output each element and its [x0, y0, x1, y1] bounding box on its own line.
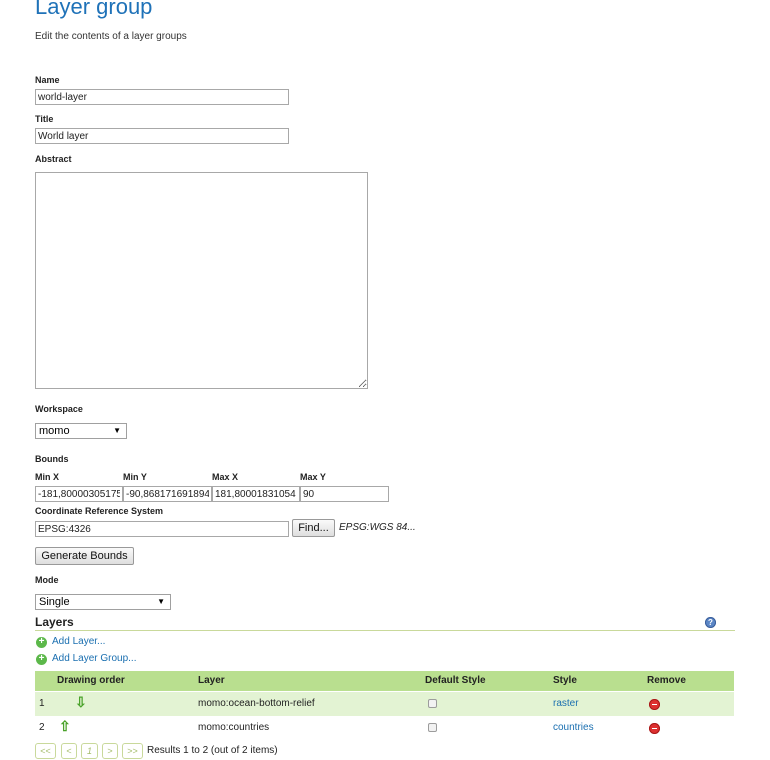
mode-selected-value: Single — [39, 596, 70, 608]
workspace-label: Workspace — [35, 404, 83, 414]
bounds-label: Bounds — [35, 454, 69, 464]
crs-input[interactable] — [35, 521, 289, 537]
table-row: 1 ⇩ momo:ocean-bottom-relief raster — [35, 692, 734, 716]
pager-prev-button[interactable]: < — [61, 743, 77, 759]
column-header-style[interactable]: Style — [553, 675, 577, 686]
title-label: Title — [35, 114, 54, 124]
layer-name-cell: momo:ocean-bottom-relief — [198, 698, 315, 709]
mode-select[interactable]: Single ▼ — [35, 594, 171, 610]
name-label: Name — [35, 75, 60, 85]
default-style-checkbox[interactable] — [428, 723, 437, 732]
workspace-selected-value: momo — [39, 425, 70, 437]
page-subtitle: Edit the contents of a layer groups — [35, 31, 187, 42]
name-input[interactable] — [35, 89, 289, 105]
style-link[interactable]: countries — [553, 722, 594, 733]
title-input[interactable] — [35, 128, 289, 144]
style-link[interactable]: raster — [553, 698, 579, 709]
miny-label: Min Y — [123, 472, 147, 482]
abstract-label: Abstract — [35, 154, 72, 164]
generate-bounds-button[interactable]: Generate Bounds — [35, 547, 134, 565]
remove-icon[interactable] — [649, 723, 660, 734]
page-title: Layer group — [35, 0, 153, 19]
arrow-up-icon[interactable]: ⇧ — [59, 718, 71, 735]
abstract-textarea[interactable] — [35, 172, 368, 389]
dropdown-arrow-icon: ▼ — [157, 597, 165, 606]
layers-section-title: Layers — [35, 615, 74, 629]
section-divider — [35, 630, 735, 631]
workspace-select[interactable]: momo ▼ — [35, 423, 127, 439]
default-style-checkbox[interactable] — [428, 699, 437, 708]
dropdown-arrow-icon: ▼ — [113, 426, 121, 435]
pager-results-text: Results 1 to 2 (out of 2 items) — [147, 745, 278, 756]
maxy-label: Max Y — [300, 472, 326, 482]
help-icon[interactable]: ? — [705, 617, 716, 628]
arrow-down-icon[interactable]: ⇩ — [75, 694, 87, 711]
column-header-default-style[interactable]: Default Style — [425, 675, 486, 686]
add-layer-group-link[interactable]: Add Layer Group... — [52, 653, 137, 664]
maxy-input[interactable] — [300, 486, 389, 502]
crs-name-text: EPSG:WGS 84... — [339, 522, 416, 533]
miny-input[interactable] — [123, 486, 212, 502]
minx-input[interactable] — [35, 486, 123, 502]
mode-label: Mode — [35, 575, 59, 585]
layer-name-cell: momo:countries — [198, 722, 270, 733]
layers-table-header: Drawing order Layer Default Style Style … — [35, 671, 734, 691]
maxx-input[interactable] — [212, 486, 300, 502]
pager-first-button[interactable]: << — [35, 743, 56, 759]
minx-label: Min X — [35, 472, 59, 482]
maxx-label: Max X — [212, 472, 239, 482]
add-icon: + — [36, 654, 47, 665]
drawing-order-cell: 1 — [39, 698, 45, 709]
add-icon: + — [36, 637, 47, 648]
column-header-layer[interactable]: Layer — [198, 675, 225, 686]
column-header-remove[interactable]: Remove — [647, 675, 686, 686]
pager-page-button[interactable]: 1 — [81, 743, 98, 759]
find-crs-button[interactable]: Find... — [292, 519, 335, 537]
column-header-drawing-order[interactable]: Drawing order — [57, 675, 125, 686]
drawing-order-cell: 2 — [39, 722, 45, 733]
pager-next-button[interactable]: > — [102, 743, 118, 759]
crs-label: Coordinate Reference System — [35, 506, 164, 516]
pager-last-button[interactable]: >> — [122, 743, 143, 759]
add-layer-link[interactable]: Add Layer... — [52, 636, 105, 647]
table-row: 2 ⇧ momo:countries countries — [35, 716, 734, 740]
remove-icon[interactable] — [649, 699, 660, 710]
